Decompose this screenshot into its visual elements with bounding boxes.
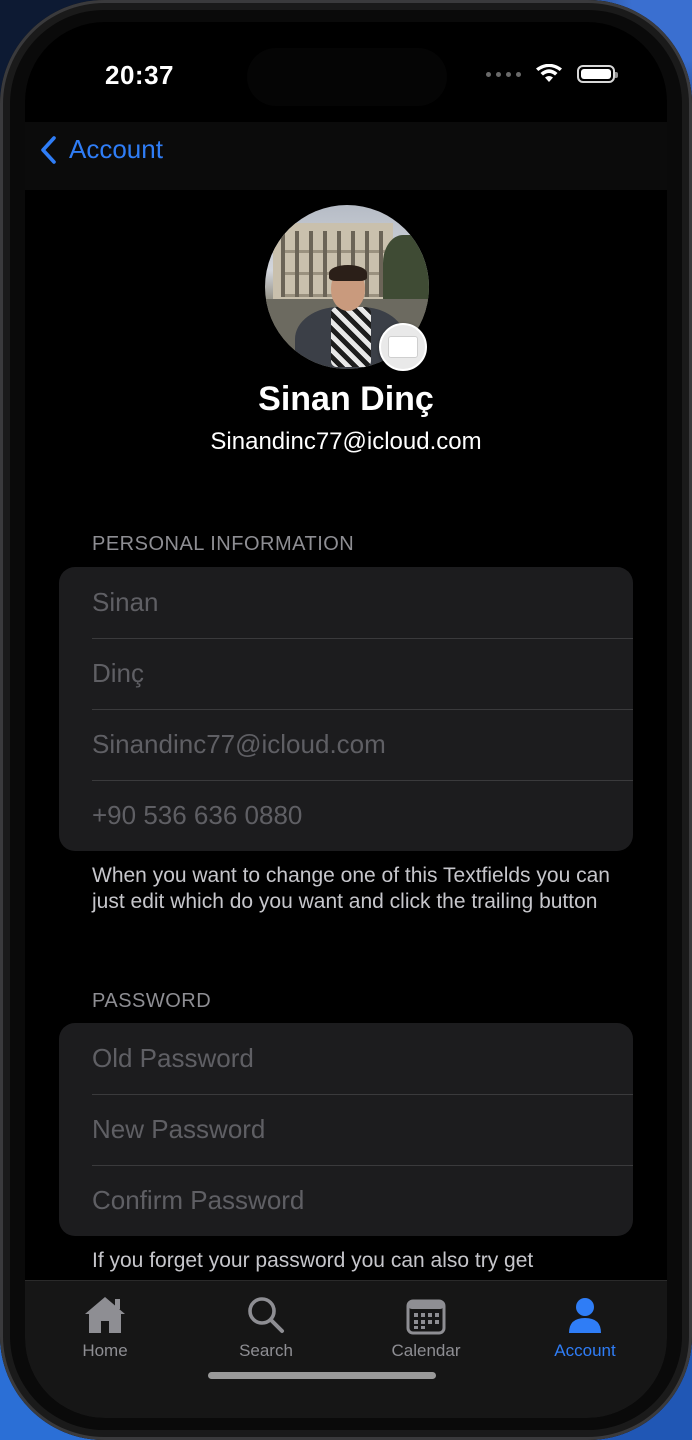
phone-field[interactable]: +90 536 636 0880: [59, 780, 633, 851]
tab-account[interactable]: Account: [525, 1291, 645, 1361]
personal-information-group: Sinan Dinç Sinandinc77@icloud.com +90 53…: [59, 567, 633, 851]
profile-name: Sinan Dinç: [258, 380, 434, 418]
personal-information-footer: When you want to change one of this Text…: [92, 864, 610, 913]
chevron-left-icon: [41, 135, 56, 164]
password-footer: If you forget your password you can also…: [92, 1249, 534, 1272]
back-button[interactable]: Account: [39, 134, 163, 165]
email-field[interactable]: Sinandinc77@icloud.com: [59, 709, 633, 780]
password-group: Old Password New Password Confirm Passwo…: [59, 1023, 633, 1236]
cellular-signal-icon: [486, 71, 521, 77]
battery-icon: [577, 65, 618, 83]
tab-calendar-label: Calendar: [391, 1341, 461, 1360]
tab-calendar[interactable]: Calendar: [366, 1291, 486, 1361]
home-indicator[interactable]: [208, 1372, 436, 1379]
status-time: 20:37: [105, 60, 174, 90]
photo-icon: [388, 336, 418, 358]
dynamic-island: [247, 48, 447, 106]
tab-search[interactable]: Search: [206, 1291, 326, 1361]
magnifier-icon: [248, 1297, 284, 1333]
new-password-field[interactable]: New Password: [59, 1094, 633, 1165]
password-header: PASSWORD: [92, 990, 212, 1012]
house-icon: [85, 1297, 125, 1333]
tab-account-label: Account: [554, 1341, 616, 1360]
screen: 20:37 Account Sinan Dinç Sinandinc77@icl…: [25, 22, 667, 1418]
wifi-icon: [536, 64, 562, 82]
personal-information-header: PERSONAL INFORMATION: [92, 533, 355, 555]
last-name-field[interactable]: Dinç: [59, 638, 633, 709]
tab-search-label: Search: [239, 1341, 293, 1360]
status-icons: [486, 64, 618, 84]
profile-photo-container: [265, 205, 429, 371]
person-icon: [569, 1298, 601, 1333]
old-password-field[interactable]: Old Password: [59, 1023, 633, 1094]
photo-edit-button[interactable]: [379, 323, 427, 371]
navigation-bar: Account: [25, 122, 667, 190]
back-button-label: Account: [69, 134, 163, 164]
first-name-field[interactable]: Sinan: [59, 567, 633, 638]
tab-bar: Home Search Calendar Account: [25, 1280, 667, 1418]
confirm-password-field[interactable]: Confirm Password: [59, 1165, 633, 1236]
calendar-icon: [406, 1299, 446, 1335]
tab-home[interactable]: Home: [45, 1291, 165, 1361]
profile-email: Sinandinc77@icloud.com: [210, 428, 482, 455]
tab-home-label: Home: [82, 1341, 128, 1360]
